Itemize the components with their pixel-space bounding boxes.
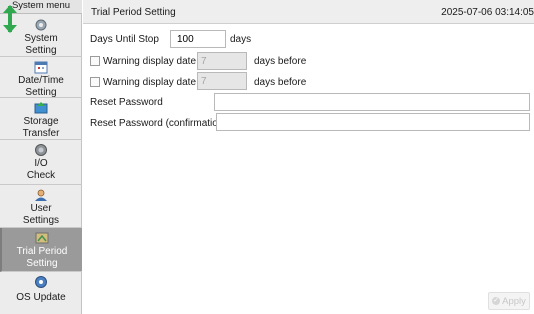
sidebar-item-label: OS Update xyxy=(16,292,66,303)
warning-date-2-checkbox[interactable] xyxy=(90,77,100,87)
storage-transfer-icon xyxy=(34,102,48,114)
apply-icon: ✓ xyxy=(492,297,501,305)
apply-button-label: Apply xyxy=(502,295,526,307)
trial-period-icon xyxy=(35,232,49,244)
page-title: Trial Period Setting xyxy=(91,7,176,18)
sidebar-item-label: Storage xyxy=(23,116,59,127)
warning-date-2-input[interactable] xyxy=(197,72,247,90)
sidebar-item-label: Trial Period xyxy=(16,246,68,257)
days-until-stop-input[interactable] xyxy=(170,30,226,48)
sidebar-item-os-update[interactable]: OS Update xyxy=(0,272,82,314)
days-until-stop-label: Days Until Stop xyxy=(90,34,159,45)
sidebar-item-label: Setting xyxy=(25,44,57,56)
warning-date-1-label: Warning display date 1 xyxy=(103,56,205,67)
warning-date-2-label: Warning display date 2 xyxy=(103,77,205,88)
reset-password-confirm-label: Reset Password (confirmation) xyxy=(90,118,227,129)
warning-date-2-suffix: days before xyxy=(254,77,307,88)
days-unit-label: days xyxy=(230,34,252,45)
os-update-icon xyxy=(35,276,47,288)
reset-password-confirm-input[interactable] xyxy=(216,113,530,131)
sidebar-item-io-check[interactable]: I/O Check xyxy=(0,140,82,185)
sidebar-item-label: Setting xyxy=(25,86,57,98)
sidebar-item-label: System xyxy=(24,33,58,44)
warning-date-1-suffix: days before xyxy=(254,56,307,67)
gear-icon xyxy=(35,19,47,31)
sidebar-item-label: Date/Time xyxy=(18,75,64,86)
sidebar-item-user-settings[interactable]: User Settings xyxy=(0,185,82,228)
sidebar-item-label: I/O xyxy=(34,158,48,169)
warning-date-1-input[interactable] xyxy=(197,52,247,70)
sidebar-item-system-setting[interactable]: System Setting xyxy=(0,15,82,57)
sidebar-item-label: Check xyxy=(26,169,56,181)
reset-password-input[interactable] xyxy=(214,93,530,111)
title-bar: Trial Period Setting 2025-07-06 03:14:05 xyxy=(83,0,534,24)
datetime-display: 2025-07-06 03:14:05 xyxy=(441,7,534,18)
reset-password-label: Reset Password xyxy=(90,97,163,108)
sidebar-item-label: Settings xyxy=(22,214,60,226)
calendar-icon xyxy=(34,61,48,74)
sidebar-item-label: User xyxy=(30,203,52,214)
sidebar-item-label: Setting xyxy=(26,257,58,269)
io-check-icon xyxy=(35,144,47,156)
main-panel: Trial Period Setting 2025-07-06 03:14:05… xyxy=(83,0,534,314)
sidebar-item-date-time-setting[interactable]: Date/Time Setting xyxy=(0,57,82,98)
sidebar: System menu System Setting Date/Time Set… xyxy=(0,0,82,314)
apply-button[interactable]: ✓ Apply xyxy=(488,292,530,310)
warning-date-1-checkbox[interactable] xyxy=(90,56,100,66)
user-icon xyxy=(35,189,47,201)
sidebar-item-trial-period-setting[interactable]: Trial Period Setting xyxy=(0,228,82,272)
sidebar-item-label: Transfer xyxy=(22,127,60,139)
sidebar-item-storage-transfer[interactable]: Storage Transfer xyxy=(0,98,82,140)
